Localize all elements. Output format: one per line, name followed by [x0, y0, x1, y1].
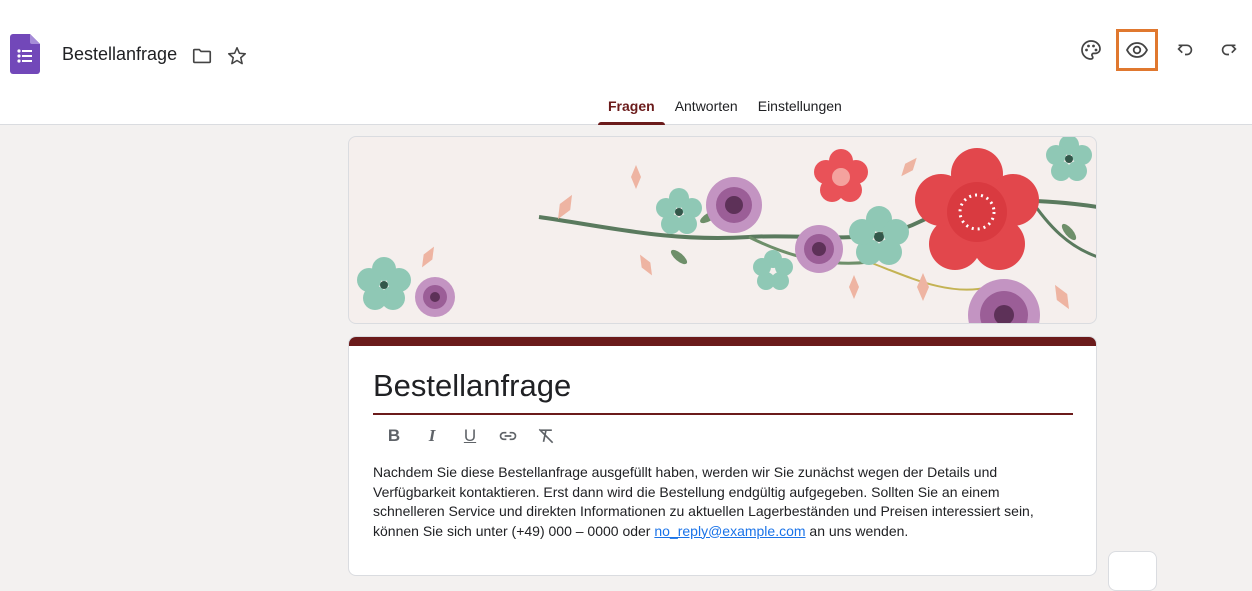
- tab-einstellungen[interactable]: Einstellungen: [748, 90, 852, 125]
- top-bar: Bestellanfrage Fragen Antworten Einstell…: [0, 0, 1252, 125]
- palette-icon[interactable]: [1077, 36, 1105, 64]
- card-accent-bar: [349, 337, 1096, 346]
- redo-icon[interactable]: [1216, 36, 1242, 62]
- description-text-2: an uns wenden.: [805, 522, 909, 539]
- undo-icon[interactable]: [1172, 36, 1198, 62]
- format-toolbar: B I U: [383, 425, 557, 447]
- document-title[interactable]: Bestellanfrage: [62, 44, 177, 65]
- italic-icon[interactable]: I: [421, 425, 443, 447]
- header-banner-image: [348, 136, 1097, 324]
- preview-eye-icon[interactable]: [1116, 29, 1158, 71]
- bold-icon[interactable]: B: [383, 425, 405, 447]
- floating-side-toolbar[interactable]: [1108, 551, 1157, 591]
- email-link[interactable]: no_reply@example.com: [654, 523, 805, 539]
- star-icon[interactable]: [224, 43, 250, 69]
- tab-antworten[interactable]: Antworten: [665, 90, 748, 125]
- title-underline: [373, 413, 1073, 415]
- form-title-input[interactable]: Bestellanfrage: [373, 368, 571, 404]
- folder-icon[interactable]: [189, 43, 215, 69]
- forms-logo-icon[interactable]: [10, 34, 40, 74]
- underline-icon[interactable]: U: [459, 425, 481, 447]
- tab-fragen[interactable]: Fragen: [598, 90, 665, 125]
- form-header-card: Bestellanfrage B I U Nachdem Sie diese B…: [348, 336, 1097, 576]
- clear-format-icon[interactable]: [535, 425, 557, 447]
- form-description[interactable]: Nachdem Sie diese Bestellanfrage ausgefü…: [373, 463, 1073, 541]
- link-icon[interactable]: [497, 425, 519, 447]
- tab-bar: Fragen Antworten Einstellungen: [598, 90, 852, 125]
